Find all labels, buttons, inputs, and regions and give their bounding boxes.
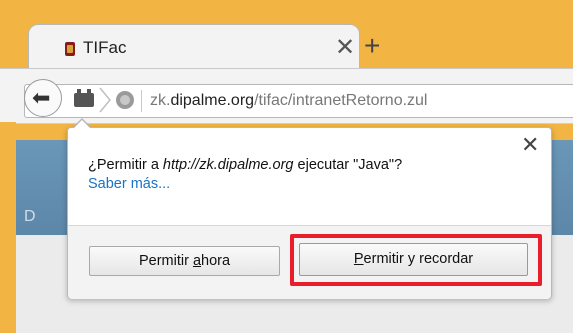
message-text-end: ejecutar "Java"? — [293, 157, 403, 173]
popup-pointer-inner — [73, 120, 91, 129]
page-partial-text: D — [24, 208, 36, 225]
red-highlight-box — [290, 234, 542, 286]
globe-icon[interactable] — [116, 91, 134, 109]
tab-close-icon[interactable]: ✕ — [335, 33, 355, 63]
window-left-edge — [0, 122, 16, 333]
url-path: /tifac/intranetRetorno.zul — [254, 92, 428, 109]
url-divider — [141, 90, 142, 112]
popup-message: ¿Permitir a http://zk.dipalme.org ejecut… — [88, 157, 402, 173]
plugin-blocked-icon[interactable] — [74, 89, 94, 107]
allow-now-label-post: hora — [201, 253, 231, 269]
url-text[interactable]: zk.dipalme.org/tifac/intranetRetorno.zul — [150, 92, 427, 110]
tab-title: TIFac — [83, 38, 127, 57]
popup-close-icon[interactable]: ✕ — [521, 133, 539, 157]
separator-chevron-icon — [99, 87, 111, 113]
url-prefix: zk. — [150, 92, 171, 109]
allow-now-label-accesskey: a — [192, 253, 202, 269]
back-button[interactable]: ⬅ — [24, 79, 62, 117]
site-favicon-icon — [65, 42, 75, 56]
message-text: ¿Permitir a — [88, 157, 163, 173]
url-domain: dipalme.org — [170, 92, 255, 109]
allow-now-button[interactable]: Permitir ahora — [89, 246, 280, 276]
back-arrow-icon: ⬅ — [32, 85, 51, 110]
new-tab-plus-icon[interactable]: + — [364, 32, 380, 60]
message-url: http://zk.dipalme.org — [162, 157, 294, 173]
allow-now-label-pre: Permitir — [138, 253, 193, 269]
browser-tab[interactable]: TIFac ✕ — [28, 24, 360, 69]
learn-more-link[interactable]: Saber más... — [88, 176, 170, 192]
